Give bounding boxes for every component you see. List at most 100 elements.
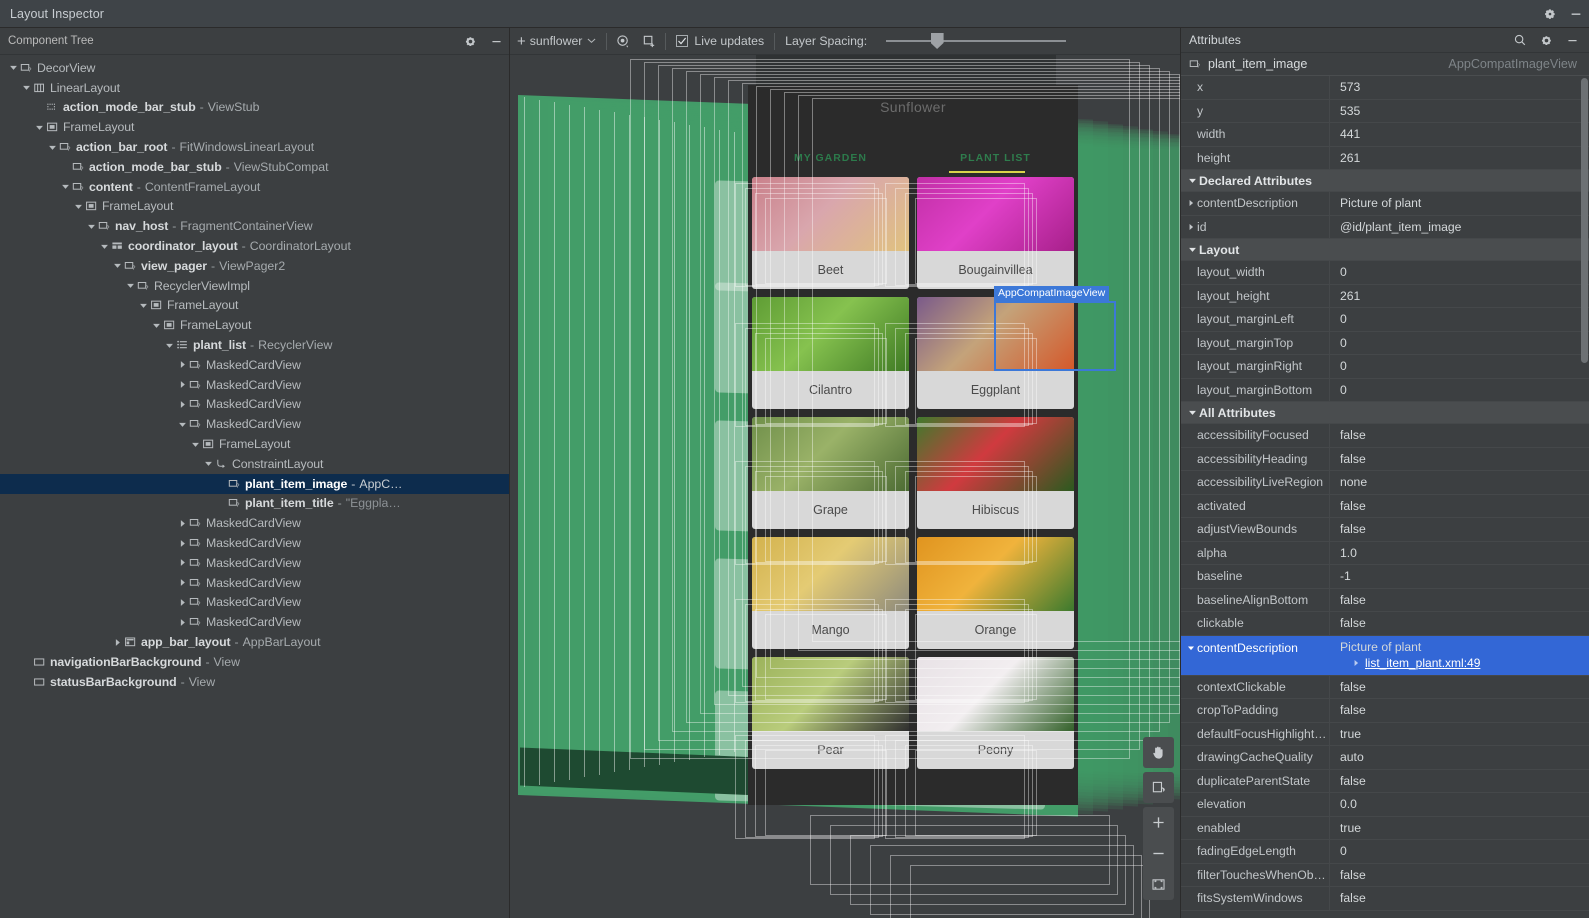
- attribute-row-contentdescription[interactable]: contentDescription Picture of plant list…: [1181, 635, 1589, 676]
- tree-row-nav-host[interactable]: ? nav_host - FragmentContainerView: [0, 216, 509, 236]
- tree-row-maskedcardview[interactable]: ? MaskedCardView: [0, 355, 509, 375]
- attribute-value[interactable]: 0: [1329, 355, 1589, 378]
- attribute-value[interactable]: 0: [1329, 261, 1589, 284]
- attribute-value[interactable]: true: [1329, 722, 1589, 745]
- component-tree-settings-button[interactable]: [457, 28, 483, 54]
- tree-row-plant-item-image[interactable]: ? plant_item_image - AppC…: [0, 473, 509, 494]
- tree-twisty[interactable]: [46, 143, 59, 152]
- attribute-row-defaultfocushighlight-[interactable]: defaultFocusHighlight… true: [1181, 722, 1589, 746]
- window-settings-button[interactable]: [1537, 1, 1563, 27]
- zoom-in-button[interactable]: [1143, 807, 1174, 838]
- tree-row-maskedcardview[interactable]: ? MaskedCardView: [0, 553, 509, 573]
- attributes-list[interactable]: x 573 y 535 width 441 height 261 Declared Attri…: [1181, 76, 1589, 918]
- attribute-section-layout[interactable]: Layout: [1181, 239, 1589, 261]
- attribute-row-contentdescription[interactable]: contentDescription Picture of plant: [1181, 192, 1589, 216]
- attribute-row-filtertoucheswhenob-[interactable]: filterTouchesWhenOb… false: [1181, 863, 1589, 887]
- attribute-value[interactable]: false: [1329, 518, 1589, 541]
- section-twisty[interactable]: [1186, 176, 1199, 185]
- attribute-row-enabled[interactable]: enabled true: [1181, 816, 1589, 840]
- tree-row-action-mode-bar-stub[interactable]: action_mode_bar_stub - ViewStub: [0, 98, 509, 118]
- attribute-value[interactable]: -1: [1329, 565, 1589, 588]
- attribute-section-declared-attributes[interactable]: Declared Attributes: [1181, 170, 1589, 192]
- viewport-tool-strip[interactable]: [1143, 737, 1174, 900]
- attribute-value[interactable]: false: [1329, 699, 1589, 722]
- tree-row-action-bar-root[interactable]: ? action_bar_root - FitWindowsLinearLayout: [0, 137, 509, 157]
- attribute-value[interactable]: false: [1329, 447, 1589, 470]
- tree-twisty[interactable]: [176, 539, 189, 548]
- attribute-row-duplicateparentstate[interactable]: duplicateParentState false: [1181, 769, 1589, 793]
- view-modes-button[interactable]: [610, 28, 636, 55]
- attribute-row-accessibilityfocused[interactable]: accessibilityFocused false: [1181, 424, 1589, 448]
- tree-row-framelayout[interactable]: FrameLayout: [0, 296, 509, 316]
- tree-twisty[interactable]: [163, 341, 176, 350]
- tree-row-plant-item-title[interactable]: ? plant_item_title - "Eggpla…: [0, 494, 509, 514]
- attribute-value[interactable]: false: [1329, 887, 1589, 910]
- attributes-scrollbar[interactable]: [1581, 78, 1588, 363]
- tree-twisty[interactable]: [176, 380, 189, 389]
- attribute-value[interactable]: 1.0: [1329, 541, 1589, 564]
- attribute-row-fadingedgelength[interactable]: fadingEdgeLength 0: [1181, 840, 1589, 864]
- component-tree[interactable]: ? DecorView LinearLayout action_mode_bar_…: [0, 55, 509, 918]
- tree-row-action-mode-bar-stub[interactable]: ? action_mode_bar_stub - ViewStubCompat: [0, 157, 509, 177]
- snapshot-button[interactable]: [636, 28, 662, 55]
- attribute-value[interactable]: true: [1329, 816, 1589, 839]
- attribute-value[interactable]: none: [1329, 471, 1589, 494]
- attribute-row-clickable[interactable]: clickable false: [1181, 612, 1589, 636]
- attribute-row-layout-marginright[interactable]: layout_marginRight 0: [1181, 355, 1589, 379]
- attribute-value[interactable]: false: [1329, 675, 1589, 698]
- tree-twisty[interactable]: [98, 242, 111, 251]
- attribute-value[interactable]: Picture of plant list_item_plant.xml:49: [1329, 637, 1589, 675]
- attribute-row-drawingcachequality[interactable]: drawingCacheQuality auto: [1181, 746, 1589, 770]
- tree-row-framelayout[interactable]: FrameLayout: [0, 434, 509, 454]
- tree-twisty[interactable]: [124, 281, 137, 290]
- rotate-tool-button[interactable]: [1143, 772, 1174, 803]
- attribute-row-accessibilityliveregion[interactable]: accessibilityLiveRegion none: [1181, 471, 1589, 495]
- tree-row-maskedcardview[interactable]: ? MaskedCardView: [0, 612, 509, 632]
- tree-row-linearlayout[interactable]: LinearLayout: [0, 78, 509, 98]
- attribute-twisty[interactable]: [1185, 644, 1197, 652]
- attribute-twisty[interactable]: [1185, 223, 1197, 231]
- tree-row-app-bar-layout[interactable]: app_bar_layout - AppBarLayout: [0, 632, 509, 652]
- tree-row-maskedcardview[interactable]: ? MaskedCardView: [0, 513, 509, 533]
- tree-twisty[interactable]: [111, 638, 124, 647]
- attribute-row-y[interactable]: y 535: [1181, 99, 1589, 123]
- tree-row-maskedcardview[interactable]: ? MaskedCardView: [0, 593, 509, 613]
- tree-twisty[interactable]: [150, 321, 163, 330]
- attribute-value[interactable]: 0.0: [1329, 793, 1589, 816]
- zoom-controls-group[interactable]: [1143, 807, 1174, 900]
- tree-row-plant-list[interactable]: plant_list - RecyclerView: [0, 335, 509, 355]
- tree-row-maskedcardview[interactable]: ? MaskedCardView: [0, 375, 509, 395]
- attribute-row-alpha[interactable]: alpha 1.0: [1181, 541, 1589, 565]
- tree-row-maskedcardview[interactable]: ? MaskedCardView: [0, 395, 509, 415]
- layer-spacing-track[interactable]: [886, 33, 1067, 49]
- tree-twisty[interactable]: [176, 578, 189, 587]
- tree-twisty[interactable]: [176, 400, 189, 409]
- zoom-out-button[interactable]: [1143, 838, 1174, 869]
- attribute-value[interactable]: 535: [1329, 99, 1589, 122]
- tree-twisty[interactable]: [59, 182, 72, 191]
- process-selector[interactable]: + sunflower: [510, 28, 603, 55]
- attribute-row-layout-height[interactable]: layout_height 261: [1181, 284, 1589, 308]
- tree-row-view-pager[interactable]: ? view_pager - ViewPager2: [0, 256, 509, 276]
- tree-row-maskedcardview[interactable]: ? MaskedCardView: [0, 573, 509, 593]
- tree-twisty[interactable]: [202, 459, 215, 468]
- tree-twisty[interactable]: [176, 360, 189, 369]
- tree-twisty[interactable]: [33, 123, 46, 132]
- selected-view-highlight[interactable]: AppCompatImageView: [994, 286, 1116, 371]
- tree-twisty[interactable]: [20, 83, 33, 92]
- attribute-value[interactable]: 573: [1329, 76, 1589, 99]
- attribute-row-baseline[interactable]: baseline -1: [1181, 565, 1589, 589]
- tree-row-framelayout[interactable]: FrameLayout: [0, 197, 509, 217]
- attribute-value[interactable]: false: [1329, 612, 1589, 635]
- attribute-row-height[interactable]: height 261: [1181, 146, 1589, 170]
- attribute-value[interactable]: 0: [1329, 308, 1589, 331]
- tree-row-content[interactable]: ? content - ContentFrameLayout: [0, 177, 509, 197]
- tree-row-constraintlayout[interactable]: ConstraintLayout: [0, 454, 509, 474]
- attribute-row-accessibilityheading[interactable]: accessibilityHeading false: [1181, 447, 1589, 471]
- pan-tool-button[interactable]: [1143, 737, 1174, 768]
- attribute-value[interactable]: false: [1329, 424, 1589, 447]
- tree-row-navigationbarbackground[interactable]: navigationBarBackground - View: [0, 652, 509, 672]
- window-minimize-button[interactable]: [1563, 1, 1589, 27]
- live-updates-toggle[interactable]: Live updates: [669, 28, 771, 55]
- attribute-value[interactable]: false: [1329, 494, 1589, 517]
